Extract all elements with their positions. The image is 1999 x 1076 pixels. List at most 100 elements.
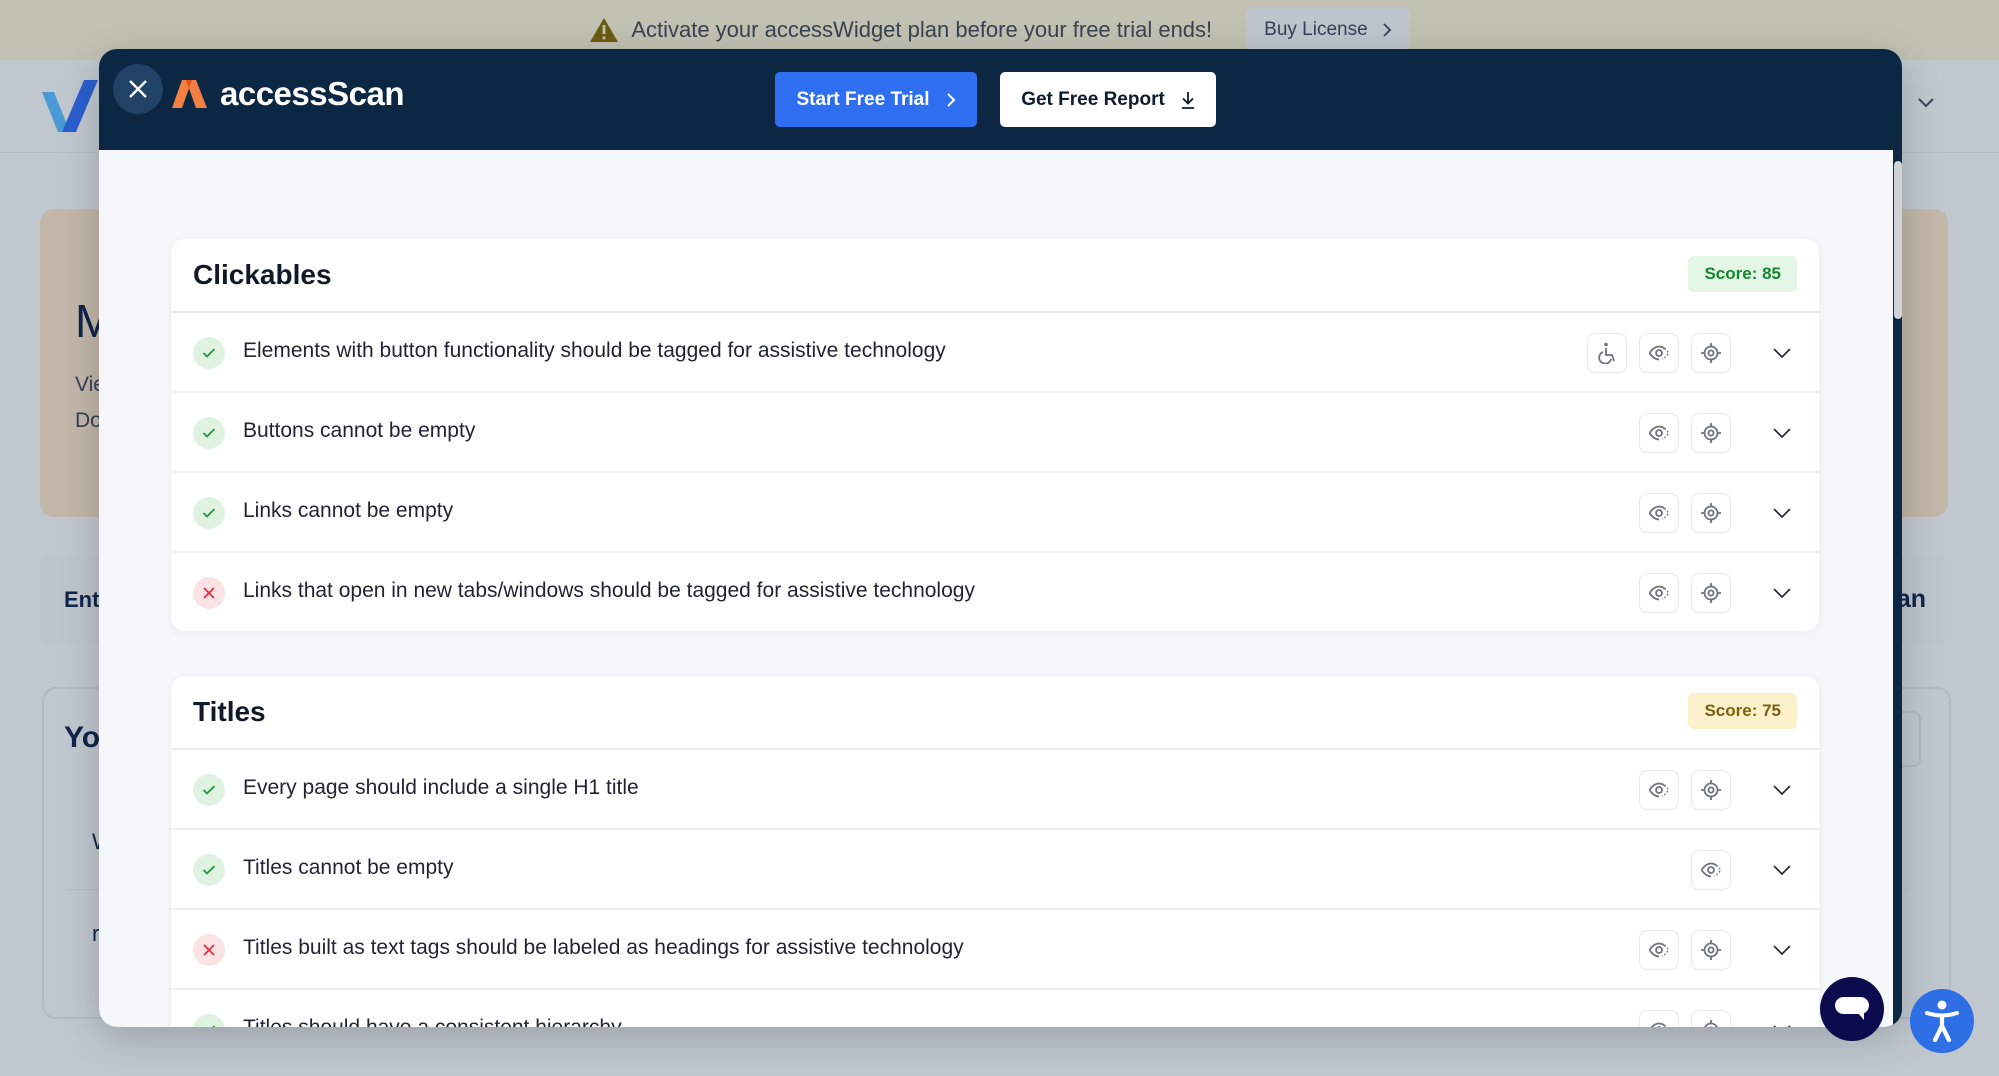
- chat-bubble-icon: [1835, 997, 1869, 1020]
- view-element-button[interactable]: [1639, 333, 1679, 373]
- row-actions: [1639, 770, 1731, 810]
- eye-icon: [1648, 425, 1670, 441]
- section-title: Clickables: [193, 259, 332, 290]
- locate-element-button[interactable]: [1691, 1010, 1731, 1027]
- locate-element-button[interactable]: [1691, 333, 1731, 373]
- audit-rule-text: Buttons cannot be empty: [243, 419, 476, 442]
- section-header: Titles Score: 75: [171, 676, 1819, 750]
- audit-rule-text: Links that open in new tabs/windows shou…: [243, 579, 975, 602]
- chevron-right-icon: [1383, 23, 1391, 37]
- locate-element-button[interactable]: [1691, 930, 1731, 970]
- audit-rule-text: Links cannot be empty: [243, 499, 454, 522]
- audit-row[interactable]: Titles cannot be empty: [171, 830, 1819, 910]
- locate-element-button[interactable]: [1691, 413, 1731, 453]
- target-locate-icon: [1701, 503, 1721, 523]
- status-fail-badge: [193, 577, 225, 609]
- accessibility-widget-button[interactable]: [1910, 989, 1974, 1053]
- expand-row-button[interactable]: [1769, 580, 1795, 606]
- chevron-down-icon: [1773, 588, 1791, 599]
- x-icon: [203, 944, 215, 956]
- chat-button[interactable]: [1820, 977, 1884, 1041]
- expand-row-button[interactable]: [1769, 420, 1795, 446]
- audit-row[interactable]: Links cannot be empty: [171, 473, 1819, 553]
- target-locate-icon: [1704, 1020, 1718, 1027]
- locate-element-button[interactable]: [1691, 573, 1731, 613]
- expand-row-button[interactable]: [1769, 1017, 1795, 1027]
- section-header: Clickables Score: 85: [171, 239, 1819, 313]
- accessibility-person-icon: [1925, 1000, 1959, 1043]
- row-actions: [1639, 573, 1731, 613]
- expand-row-button[interactable]: [1769, 777, 1795, 803]
- eye-icon: [1650, 1022, 1668, 1027]
- audit-rule-text: Every page should include a single H1 ti…: [243, 776, 639, 799]
- status-pass-badge: [193, 774, 225, 806]
- get-free-report-button[interactable]: Get Free Report: [1000, 72, 1216, 127]
- check-icon: [202, 428, 216, 438]
- view-element-button[interactable]: [1639, 493, 1679, 533]
- status-fail-badge: [193, 934, 225, 966]
- target-locate-icon: [1701, 940, 1721, 960]
- locate-element-button[interactable]: [1691, 770, 1731, 810]
- download-icon: [1181, 91, 1194, 109]
- locate-element-button[interactable]: [1691, 493, 1731, 533]
- audit-row[interactable]: Titles built as text tags should be labe…: [171, 910, 1819, 990]
- section-card-titles: Titles Score: 75 Every page should inclu…: [171, 676, 1819, 1027]
- audit-row[interactable]: Titles should have a consistent hierarch…: [171, 990, 1819, 1027]
- eye-icon: [1648, 505, 1670, 521]
- audit-rule-text: Titles cannot be empty: [243, 856, 454, 879]
- section-title: Titles: [193, 696, 266, 727]
- chevron-down-icon: [1773, 1025, 1791, 1027]
- status-pass-badge: [193, 417, 225, 449]
- enter-label-fragment: Ent: [64, 587, 100, 612]
- expand-row-button[interactable]: [1769, 857, 1795, 883]
- expand-row-button[interactable]: [1769, 340, 1795, 366]
- hero-line-fragment: Do: [75, 409, 102, 432]
- view-element-button[interactable]: [1639, 770, 1679, 810]
- target-locate-icon: [1701, 343, 1721, 363]
- close-button[interactable]: [113, 64, 163, 114]
- start-free-trial-label: Start Free Trial: [796, 88, 930, 110]
- chevron-right-icon: [946, 92, 955, 107]
- x-icon: [203, 587, 215, 599]
- row-actions: [1639, 413, 1731, 453]
- check-icon: [212, 1025, 216, 1027]
- account-chevron-down-icon[interactable]: [1916, 95, 1936, 109]
- warning-triangle-icon: [590, 18, 619, 42]
- eye-icon: [1648, 345, 1670, 361]
- row-actions: [1639, 1010, 1731, 1027]
- accessibility-fix-button[interactable]: [1587, 333, 1627, 373]
- chevron-down-icon: [1773, 945, 1791, 956]
- status-pass-badge: [193, 1014, 225, 1027]
- row-actions: [1691, 850, 1731, 890]
- app-logo-icon: [42, 80, 98, 132]
- score-badge: Score: 85: [1688, 256, 1797, 292]
- brand: accessScan: [172, 75, 405, 113]
- view-element-button[interactable]: [1639, 930, 1679, 970]
- expand-row-button[interactable]: [1769, 500, 1795, 526]
- your-title-fragment: Yo: [64, 721, 101, 754]
- view-element-button[interactable]: [1691, 850, 1731, 890]
- row-actions: [1587, 333, 1731, 373]
- view-element-button[interactable]: [1639, 1010, 1679, 1027]
- start-free-trial-button[interactable]: Start Free Trial: [775, 72, 977, 127]
- buy-license-button[interactable]: Buy License: [1246, 8, 1410, 52]
- banner-message: Activate your accessWidget plan before y…: [631, 17, 1213, 42]
- eye-icon: [1648, 942, 1670, 958]
- audit-row[interactable]: Elements with button functionality shoul…: [171, 313, 1819, 393]
- view-element-button[interactable]: [1639, 413, 1679, 453]
- chevron-down-icon: [1773, 428, 1791, 439]
- chevron-down-icon: [1773, 508, 1791, 519]
- view-element-button[interactable]: [1639, 573, 1679, 613]
- expand-row-button[interactable]: [1769, 937, 1795, 963]
- accessscan-modal: accessScan Start Free Trial Get Free Rep…: [99, 49, 1902, 1027]
- audit-row[interactable]: Every page should include a single H1 ti…: [171, 750, 1819, 830]
- chevron-down-icon: [1773, 348, 1791, 359]
- scrollbar-thumb[interactable]: [1894, 161, 1902, 319]
- section-card-clickables: Clickables Score: 85 Elements with butto…: [171, 239, 1819, 631]
- audit-row[interactable]: Links that open in new tabs/windows shou…: [171, 553, 1819, 631]
- target-locate-icon: [1701, 780, 1721, 800]
- check-icon: [202, 785, 216, 795]
- status-pass-badge: [193, 497, 225, 529]
- row-actions: [1639, 493, 1731, 533]
- audit-row[interactable]: Buttons cannot be empty: [171, 393, 1819, 473]
